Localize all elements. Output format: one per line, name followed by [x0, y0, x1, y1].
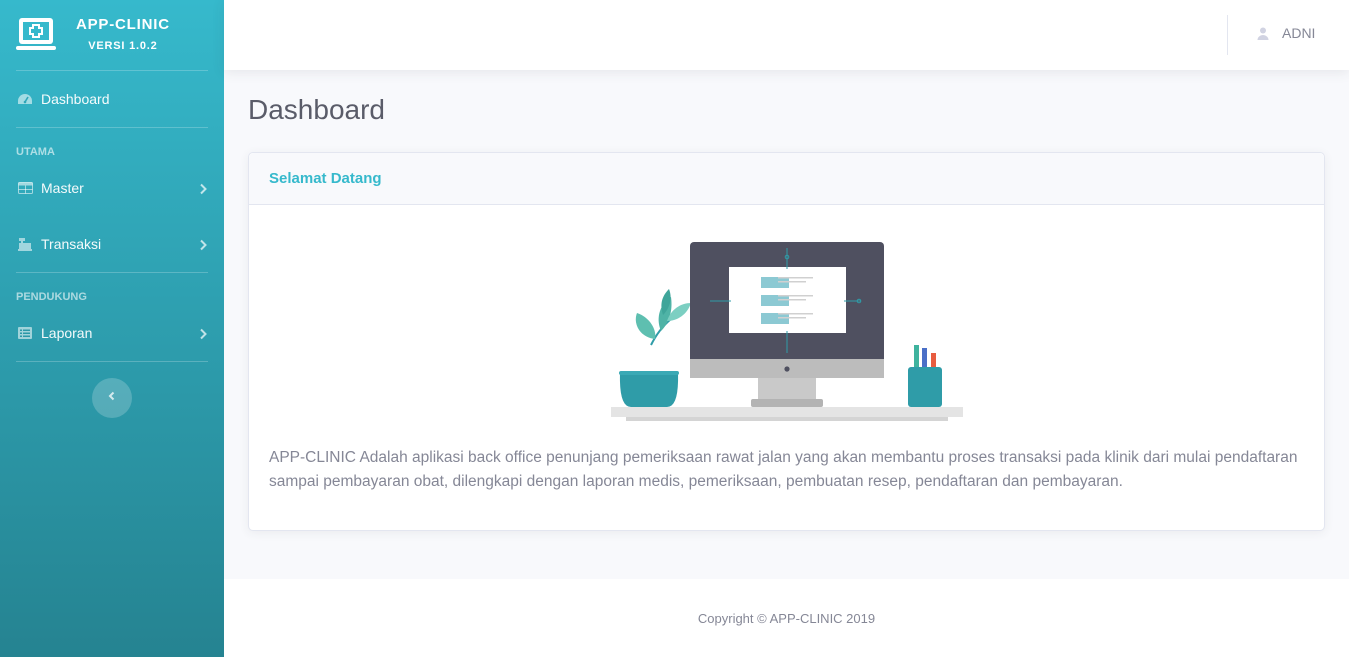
- cash-register-icon: [17, 237, 33, 251]
- sidebar-item-label: Laporan: [41, 325, 93, 341]
- page-title: Dashboard: [248, 94, 385, 125]
- brand-title: APP-CLINIC: [76, 16, 170, 33]
- user-icon: [1257, 27, 1269, 40]
- card-description: APP-CLINIC Adalah aplikasi back office p…: [269, 449, 1298, 490]
- brand-version: VERSI 1.0.2: [88, 40, 158, 52]
- sidebar-divider: [16, 361, 208, 362]
- card-title: Selamat Datang: [269, 170, 382, 187]
- topbar: ADNI: [224, 0, 1349, 70]
- chevron-right-icon: [198, 327, 208, 340]
- chevron-left-icon: [107, 389, 117, 407]
- chevron-right-icon: [198, 182, 208, 195]
- sidebar-heading-utama: UTAMA: [16, 146, 55, 158]
- list-alt-icon: [17, 326, 33, 340]
- sidebar-item-label: Transaksi: [41, 236, 102, 252]
- sidebar-item-dashboard[interactable]: Dashboard: [0, 71, 224, 127]
- table-icon: [17, 181, 33, 195]
- chevron-right-icon: [198, 238, 208, 251]
- dashboard-illustration: [611, 242, 963, 421]
- sidebar-item-label: Dashboard: [41, 91, 110, 107]
- brand-text: APP-CLINIC VERSI 1.0.2: [76, 16, 170, 54]
- sidebar-item-transaksi[interactable]: Transaksi: [0, 216, 224, 272]
- topbar-divider: [1227, 15, 1228, 55]
- monitor-medical-icon: [16, 17, 58, 53]
- user-name: ADNI: [1282, 25, 1316, 41]
- sidebar-item-master[interactable]: Master: [0, 160, 224, 216]
- sidebar-item-laporan[interactable]: Laporan: [0, 305, 224, 361]
- sidebar-toggle-button[interactable]: [92, 378, 132, 418]
- card-header: Selamat Datang: [249, 153, 1324, 205]
- sidebar-heading-pendukung: PENDUKUNG: [16, 291, 87, 303]
- welcome-card: Selamat Datang APP-CLINIC Adalah aplikas…: [248, 152, 1325, 531]
- user-menu[interactable]: ADNI: [1257, 25, 1315, 41]
- brand[interactable]: APP-CLINIC VERSI 1.0.2: [0, 0, 224, 70]
- copyright-text: Copyright © APP-CLINIC 2019: [697, 610, 876, 626]
- sidebar: APP-CLINIC VERSI 1.0.2 Dashboard UTAMA M…: [0, 0, 224, 657]
- sidebar-item-label: Master: [41, 180, 84, 196]
- tachometer-icon: [17, 92, 33, 106]
- footer: Copyright © APP-CLINIC 2019: [224, 579, 1349, 657]
